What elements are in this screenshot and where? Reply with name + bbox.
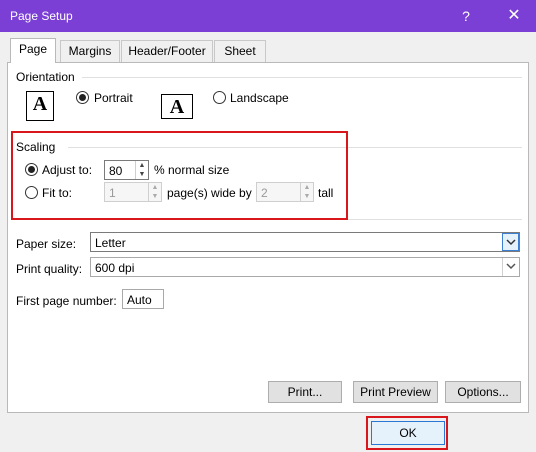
tab-margins[interactable]: Margins: [60, 40, 120, 62]
first-page-number-input[interactable]: Auto: [122, 289, 164, 309]
landscape-radio[interactable]: [213, 91, 226, 104]
paper-size-value: Letter: [95, 236, 126, 250]
print-preview-button[interactable]: Print Preview: [353, 381, 438, 403]
paper-size-label: Paper size:: [16, 237, 77, 251]
orientation-label: Orientation: [16, 70, 75, 84]
options-button[interactable]: Options...: [445, 381, 521, 403]
first-page-number-value: Auto: [127, 293, 152, 307]
portrait-radio[interactable]: [76, 91, 89, 104]
tab-panel: Orientation A Portrait A Landscape Scali…: [7, 62, 529, 413]
print-quality-label: Print quality:: [16, 262, 83, 276]
paper-size-select[interactable]: Letter: [90, 232, 520, 252]
help-button[interactable]: ?: [452, 4, 480, 28]
print-quality-value: 600 dpi: [95, 261, 135, 275]
title-bar: Page Setup ? ✕: [0, 0, 536, 32]
landscape-page-icon: A: [161, 94, 193, 119]
first-page-number-label: First page number:: [16, 294, 117, 308]
window-title: Page Setup: [10, 9, 73, 23]
portrait-page-icon: A: [26, 91, 54, 121]
chevron-down-icon[interactable]: [502, 233, 519, 251]
close-button[interactable]: ✕: [500, 4, 528, 28]
orientation-separator: [82, 77, 522, 78]
landscape-letter: A: [169, 96, 185, 118]
print-button[interactable]: Print...: [268, 381, 342, 403]
tab-sheet[interactable]: Sheet: [214, 40, 266, 62]
ok-highlight-box: [366, 416, 448, 450]
portrait-label[interactable]: Portrait: [94, 91, 133, 105]
portrait-letter: A: [32, 93, 48, 115]
landscape-label[interactable]: Landscape: [230, 91, 289, 105]
tab-page[interactable]: Page: [10, 38, 56, 63]
print-quality-select[interactable]: 600 dpi: [90, 257, 520, 277]
chevron-down-icon[interactable]: [502, 258, 519, 276]
scaling-highlight-box: [11, 131, 348, 220]
tab-header-footer[interactable]: Header/Footer: [121, 40, 213, 62]
